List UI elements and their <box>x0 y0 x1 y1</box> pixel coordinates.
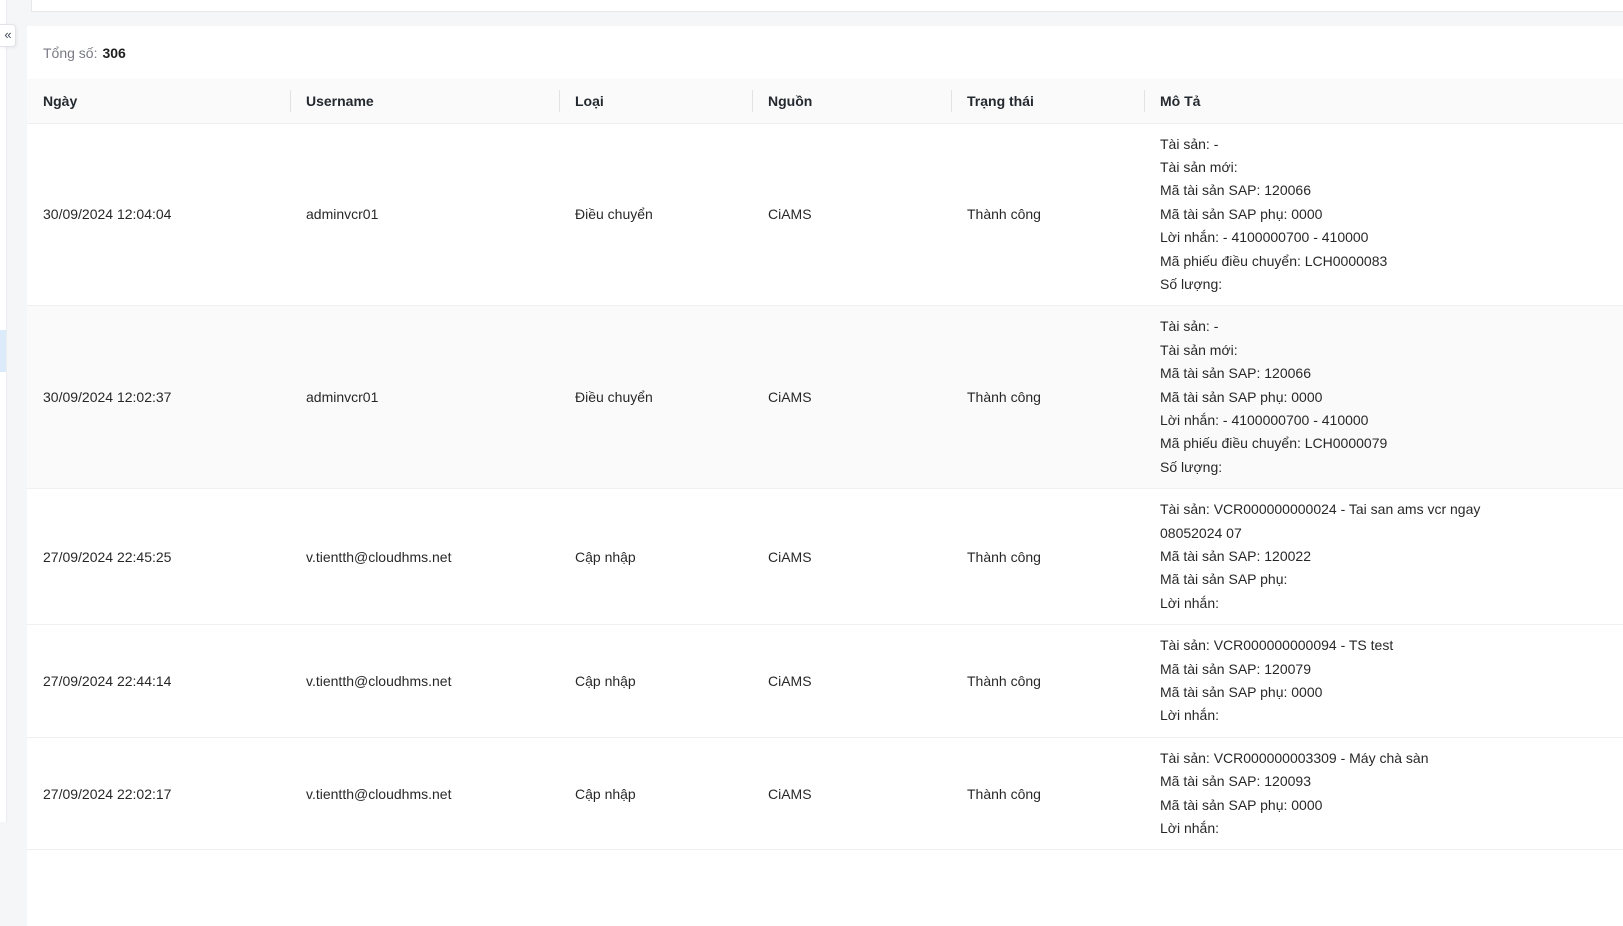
description-line: Lời nhắn: <box>1160 704 1607 727</box>
cell-description: Tài sản: VCR000000000024 - Tai san ams v… <box>1144 489 1623 625</box>
description-line: 08052024 07 <box>1160 522 1607 545</box>
description-line: Mã tài sản SAP: 120066 <box>1160 179 1607 202</box>
double-chevron-left-icon: « <box>4 28 10 41</box>
table-row: 30/09/2024 12:04:04 adminvcr01 Điều chuy… <box>27 123 1623 306</box>
cell-status: Thành công <box>951 306 1144 489</box>
description-line: Mã tài sản SAP: 120066 <box>1160 362 1607 385</box>
description-line: Tài sản: - <box>1160 133 1607 156</box>
total-count-value: 306 <box>102 45 125 61</box>
column-header-status: Trạng thái <box>951 79 1144 123</box>
description-line: Mã tài sản SAP phụ: <box>1160 568 1607 591</box>
cell-status: Thành công <box>951 489 1144 625</box>
cell-date: 30/09/2024 12:02:37 <box>27 306 290 489</box>
sidebar-collapse-button[interactable]: « <box>0 24 16 47</box>
sidebar-active-menu-item[interactable] <box>0 330 6 372</box>
cell-type: Cập nhập <box>559 489 752 625</box>
table-row: 30/09/2024 12:02:37 adminvcr01 Điều chuy… <box>27 306 1623 489</box>
cell-description: Tài sản: VCR000000003309 - Máy chà sànMã… <box>1144 737 1623 850</box>
description-line: Tài sản mới: <box>1160 339 1607 362</box>
total-count-bar: Tổng số: 306 <box>27 26 1623 79</box>
cell-username: v.tientth@cloudhms.net <box>290 625 559 738</box>
description-line: Tài sản mới: <box>1160 156 1607 179</box>
description-line: Tài sản: VCR000000000094 - TS test <box>1160 634 1607 657</box>
cell-type: Cập nhập <box>559 625 752 738</box>
log-panel: Tổng số: 306 NgàyUsernameLoạiNguồnTrạng … <box>27 26 1623 926</box>
cell-type: Điều chuyển <box>559 306 752 489</box>
cell-source: CiAMS <box>752 306 951 489</box>
description-line: Số lượng: <box>1160 456 1607 479</box>
cell-source: CiAMS <box>752 625 951 738</box>
column-header-desc: Mô Tả <box>1144 79 1623 123</box>
total-count-label: Tổng số: <box>43 45 97 61</box>
top-panel-cutoff <box>31 0 1623 12</box>
cell-date: 30/09/2024 12:04:04 <box>27 123 290 306</box>
cell-date: 27/09/2024 22:02:17 <box>27 737 290 850</box>
sidebar-rail <box>0 0 7 822</box>
cell-status: Thành công <box>951 123 1144 306</box>
cell-username: adminvcr01 <box>290 306 559 489</box>
table-header-row: NgàyUsernameLoạiNguồnTrạng tháiMô Tả <box>27 79 1623 123</box>
cell-description: Tài sản: -Tài sản mới:Mã tài sản SAP: 12… <box>1144 123 1623 306</box>
cell-type: Điều chuyển <box>559 123 752 306</box>
description-line: Mã tài sản SAP phụ: 0000 <box>1160 386 1607 409</box>
description-line: Mã phiếu điều chuyển: LCH0000083 <box>1160 250 1607 273</box>
cell-description: Tài sản: -Tài sản mới:Mã tài sản SAP: 12… <box>1144 306 1623 489</box>
table-row: 27/09/2024 22:02:17 v.tientth@cloudhms.n… <box>27 737 1623 850</box>
cell-username: v.tientth@cloudhms.net <box>290 489 559 625</box>
description-line: Lời nhắn: <box>1160 592 1607 615</box>
cell-date: 27/09/2024 22:45:25 <box>27 489 290 625</box>
description-line: Số lượng: <box>1160 273 1607 296</box>
description-line: Lời nhắn: - 4100000700 - 410000 <box>1160 226 1607 249</box>
cell-status: Thành công <box>951 737 1144 850</box>
description-line: Mã phiếu điều chuyển: LCH0000079 <box>1160 432 1607 455</box>
description-line: Lời nhắn: <box>1160 817 1607 840</box>
log-table: NgàyUsernameLoạiNguồnTrạng tháiMô Tả 30/… <box>27 79 1623 850</box>
cell-username: adminvcr01 <box>290 123 559 306</box>
cell-description: Tài sản: VCR000000000094 - TS testMã tài… <box>1144 625 1623 738</box>
table-row: 27/09/2024 22:44:14 v.tientth@cloudhms.n… <box>27 625 1623 738</box>
table-header: NgàyUsernameLoạiNguồnTrạng tháiMô Tả <box>27 79 1623 123</box>
cell-type: Cập nhập <box>559 737 752 850</box>
description-line: Tài sản: VCR000000000024 - Tai san ams v… <box>1160 498 1607 521</box>
description-line: Mã tài sản SAP: 120022 <box>1160 545 1607 568</box>
table-body: 30/09/2024 12:04:04 adminvcr01 Điều chuy… <box>27 123 1623 850</box>
cell-source: CiAMS <box>752 489 951 625</box>
description-line: Mã tài sản SAP phụ: 0000 <box>1160 203 1607 226</box>
cell-status: Thành công <box>951 625 1144 738</box>
description-line: Mã tài sản SAP phụ: 0000 <box>1160 681 1607 704</box>
description-line: Mã tài sản SAP: 120079 <box>1160 658 1607 681</box>
table-row: 27/09/2024 22:45:25 v.tientth@cloudhms.n… <box>27 489 1623 625</box>
description-line: Tài sản: - <box>1160 315 1607 338</box>
cell-source: CiAMS <box>752 737 951 850</box>
column-header-source: Nguồn <box>752 79 951 123</box>
cell-date: 27/09/2024 22:44:14 <box>27 625 290 738</box>
column-header-type: Loại <box>559 79 752 123</box>
cell-username: v.tientth@cloudhms.net <box>290 737 559 850</box>
description-line: Mã tài sản SAP: 120093 <box>1160 770 1607 793</box>
description-line: Mã tài sản SAP phụ: 0000 <box>1160 794 1607 817</box>
description-line: Lời nhắn: - 4100000700 - 410000 <box>1160 409 1607 432</box>
description-line: Tài sản: VCR000000003309 - Máy chà sàn <box>1160 747 1607 770</box>
column-header-user: Username <box>290 79 559 123</box>
cell-source: CiAMS <box>752 123 951 306</box>
column-header-date: Ngày <box>27 79 290 123</box>
